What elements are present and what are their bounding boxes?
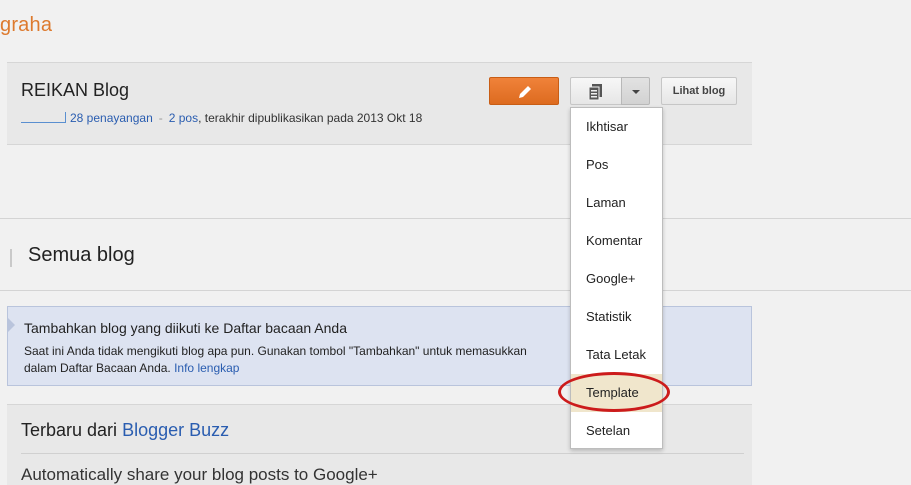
- view-blog-button[interactable]: Lihat blog: [661, 77, 737, 105]
- menu-item-stats[interactable]: Statistik: [571, 298, 662, 336]
- notice-arrow: [8, 318, 15, 332]
- new-post-button[interactable]: [489, 77, 559, 105]
- posts-link[interactable]: 2 pos: [169, 111, 198, 125]
- notice-body-text2: dalam Daftar Bacaan Anda.: [24, 361, 175, 375]
- username-header: graha: [0, 14, 53, 36]
- pages-icon: [588, 84, 602, 101]
- notice-body-text: Saat ini Anda tidak mengikuti blog apa p…: [24, 344, 527, 358]
- menu-item-pages[interactable]: Laman: [571, 184, 662, 222]
- pencil-icon: [519, 86, 531, 98]
- section-divider: [0, 218, 911, 219]
- posts-list-button[interactable]: [570, 77, 622, 105]
- menu-item-posts[interactable]: Pos: [571, 146, 662, 184]
- menu-item-overview[interactable]: Ikhtisar: [571, 108, 662, 146]
- blogger-buzz-link[interactable]: Blogger Buzz: [122, 420, 229, 440]
- buzz-divider: [21, 453, 744, 454]
- menu-item-settings[interactable]: Setelan: [571, 412, 662, 450]
- views-link[interactable]: 28 penayangan: [70, 111, 153, 125]
- menu-item-layout[interactable]: Tata Letak: [571, 336, 662, 374]
- section-divider: [0, 290, 911, 291]
- menu-item-google-plus[interactable]: Google+: [571, 260, 662, 298]
- buzz-title: Terbaru dari Blogger Buzz: [21, 420, 229, 441]
- info-link[interactable]: Info lengkap: [174, 361, 239, 375]
- blog-title[interactable]: REIKAN Blog: [21, 80, 129, 101]
- buzz-post-title[interactable]: Automatically share your blog posts to G…: [21, 465, 378, 485]
- annotation-circle: [558, 372, 670, 412]
- sparkline-icon: [21, 112, 66, 123]
- notice-title: Tambahkan blog yang diikuti ke Daftar ba…: [24, 320, 347, 336]
- published-text: , terakhir dipublikasikan pada 2013 Okt …: [198, 111, 423, 125]
- buzz-title-prefix: Terbaru dari: [21, 420, 123, 440]
- section-marker: [10, 249, 12, 267]
- chevron-down-icon: [632, 90, 640, 94]
- blog-stats: 28 penayangan -2 pos, terakhir dipublikas…: [21, 111, 422, 125]
- all-blogs-title: Semua blog: [28, 244, 135, 266]
- stats-separator: -: [158, 111, 163, 125]
- menu-item-comments[interactable]: Komentar: [571, 222, 662, 260]
- blog-menu-dropdown-button[interactable]: [621, 77, 650, 105]
